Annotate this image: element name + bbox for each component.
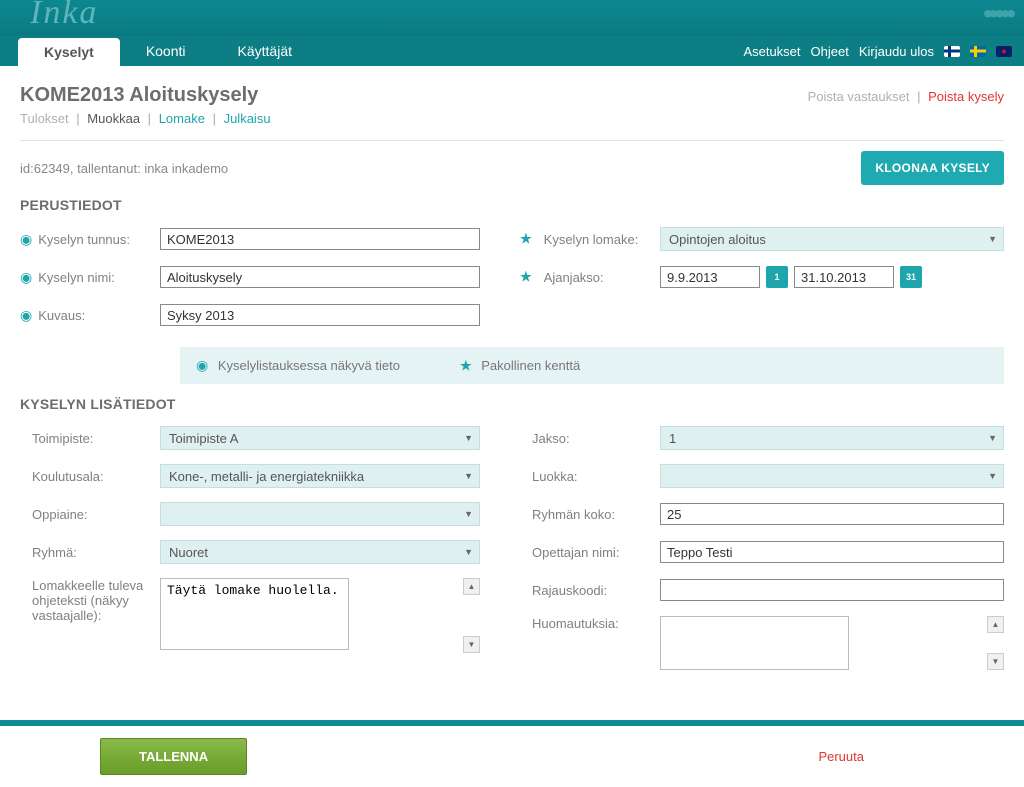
footer: TALLENNA Peruuta <box>0 726 1024 787</box>
title-actions: Poista vastaukset | Poista kysely <box>808 89 1004 104</box>
subtab-form[interactable]: Lomake <box>159 111 205 126</box>
select-form[interactable]: Opintojen aloitus <box>660 227 1004 251</box>
nav-right: Asetukset Ohjeet Kirjaudu ulos <box>743 36 1024 66</box>
app-logo: Inka <box>30 0 98 32</box>
meta-row: id:62349, tallentanut: inka inkademo KLO… <box>20 151 1004 185</box>
label-group: Ryhmä: <box>32 545 160 560</box>
header-decor: ••••• <box>983 0 1012 30</box>
subtab-edit[interactable]: Muokkaa <box>87 111 140 126</box>
label-field: Koulutusala: <box>32 469 160 484</box>
tab-kyselyt[interactable]: Kyselyt <box>18 38 120 66</box>
eye-icon: ◉ <box>20 231 32 248</box>
subtab-publish[interactable]: Julkaisu <box>224 111 271 126</box>
label-office: Toimipiste: <box>32 431 160 446</box>
scroll-up-icon[interactable]: ▲ <box>463 578 480 595</box>
input-id[interactable] <box>160 228 480 250</box>
meta-text: id:62349, tallentanut: inka inkademo <box>20 161 228 176</box>
legend: ◉ Kyselylistauksessa näkyvä tieto ★ Pako… <box>180 347 1004 384</box>
label-teacher: Opettajan nimi: <box>532 545 660 560</box>
divider <box>20 140 1004 141</box>
label-subject: Oppiaine: <box>32 507 160 522</box>
nav-bar: Kyselyt Koonti Käyttäjät Asetukset Ohjee… <box>0 36 1024 66</box>
input-date-end[interactable] <box>794 266 894 288</box>
label-help: Lomakkeelle tuleva ohjeteksti (näkyy vas… <box>32 578 160 623</box>
legend-visible: Kyselylistauksessa näkyvä tieto <box>218 358 400 373</box>
label-period: Ajanjakso: <box>544 270 604 285</box>
select-subject[interactable] <box>160 502 480 526</box>
page-title: KOME2013 Aloituskysely <box>20 84 258 107</box>
clear-answers-link[interactable]: Poista vastaukset <box>808 89 910 104</box>
scroll-up-icon[interactable]: ▲ <box>987 616 1004 633</box>
label-form: Kyselyn lomake: <box>544 232 639 247</box>
flag-uk-icon[interactable] <box>996 46 1012 57</box>
select-field[interactable]: Kone-, metalli- ja energiatekniikka <box>160 464 480 488</box>
eye-icon: ◉ <box>20 269 32 286</box>
input-name[interactable] <box>160 266 480 288</box>
tab-koonti[interactable]: Koonti <box>120 36 212 66</box>
input-desc[interactable] <box>160 304 480 326</box>
eye-icon: ◉ <box>20 307 32 324</box>
label-period2: Jakso: <box>532 431 660 446</box>
textarea-notes[interactable] <box>660 616 849 670</box>
star-icon: ★ <box>520 269 532 285</box>
subtabs: Tulokset | Muokkaa | Lomake | Julkaisu <box>20 111 1004 126</box>
nav-logout[interactable]: Kirjaudu ulos <box>859 44 934 59</box>
basics-cols: ◉ Kyselyn tunnus: ◉ Kyselyn nimi: ◉ Kuvaus:… <box>20 227 1004 341</box>
extra-heading: KYSELYN LISÄTIEDOT <box>20 396 1004 412</box>
scroll-down-icon[interactable]: ▼ <box>463 636 480 653</box>
extra-cols: Toimipiste:Toimipiste A Koulutusala:Kone… <box>20 426 1004 684</box>
input-size[interactable] <box>660 503 1004 525</box>
select-group[interactable]: Nuoret <box>160 540 480 564</box>
delete-survey-link[interactable]: Poista kysely <box>928 89 1004 104</box>
label-notes: Huomautuksia: <box>532 616 660 631</box>
label-size: Ryhmän koko: <box>532 507 660 522</box>
calendar-end-icon[interactable]: 31 <box>900 266 922 288</box>
star-icon: ★ <box>460 358 472 373</box>
star-icon: ★ <box>520 231 532 247</box>
calendar-start-icon[interactable]: 1 <box>766 266 788 288</box>
label-id: Kyselyn tunnus: <box>38 232 130 247</box>
label-desc: Kuvaus: <box>38 308 85 323</box>
clone-button[interactable]: KLOONAA KYSELY <box>861 151 1004 185</box>
nav-help[interactable]: Ohjeet <box>811 44 849 59</box>
label-filter: Rajauskoodi: <box>532 583 660 598</box>
textarea-help[interactable] <box>160 578 349 650</box>
title-row: KOME2013 Aloituskysely Poista vastaukset… <box>20 84 1004 107</box>
flag-se-icon[interactable] <box>970 46 986 57</box>
eye-icon: ◉ <box>196 357 208 373</box>
cancel-link[interactable]: Peruuta <box>818 749 864 764</box>
basics-heading: PERUSTIEDOT <box>20 197 1004 213</box>
scroll-down-icon[interactable]: ▼ <box>987 653 1004 670</box>
input-date-start[interactable] <box>660 266 760 288</box>
content: KOME2013 Aloituskysely Poista vastaukset… <box>0 66 1024 684</box>
flag-fi-icon[interactable] <box>944 46 960 57</box>
header-top: Inka ••••• <box>0 0 1024 36</box>
tab-kayttajat[interactable]: Käyttäjät <box>212 36 318 66</box>
save-button[interactable]: TALLENNA <box>100 738 247 775</box>
nav-settings[interactable]: Asetukset <box>743 44 800 59</box>
select-office[interactable]: Toimipiste A <box>160 426 480 450</box>
input-filter[interactable] <box>660 579 1004 601</box>
label-name: Kyselyn nimi: <box>38 270 115 285</box>
date-range: 1 31 <box>660 266 922 288</box>
select-class[interactable] <box>660 464 1004 488</box>
legend-required: Pakollinen kenttä <box>481 358 580 373</box>
label-class: Luokka: <box>532 469 660 484</box>
select-period2[interactable]: 1 <box>660 426 1004 450</box>
subtab-results[interactable]: Tulokset <box>20 111 69 126</box>
input-teacher[interactable] <box>660 541 1004 563</box>
